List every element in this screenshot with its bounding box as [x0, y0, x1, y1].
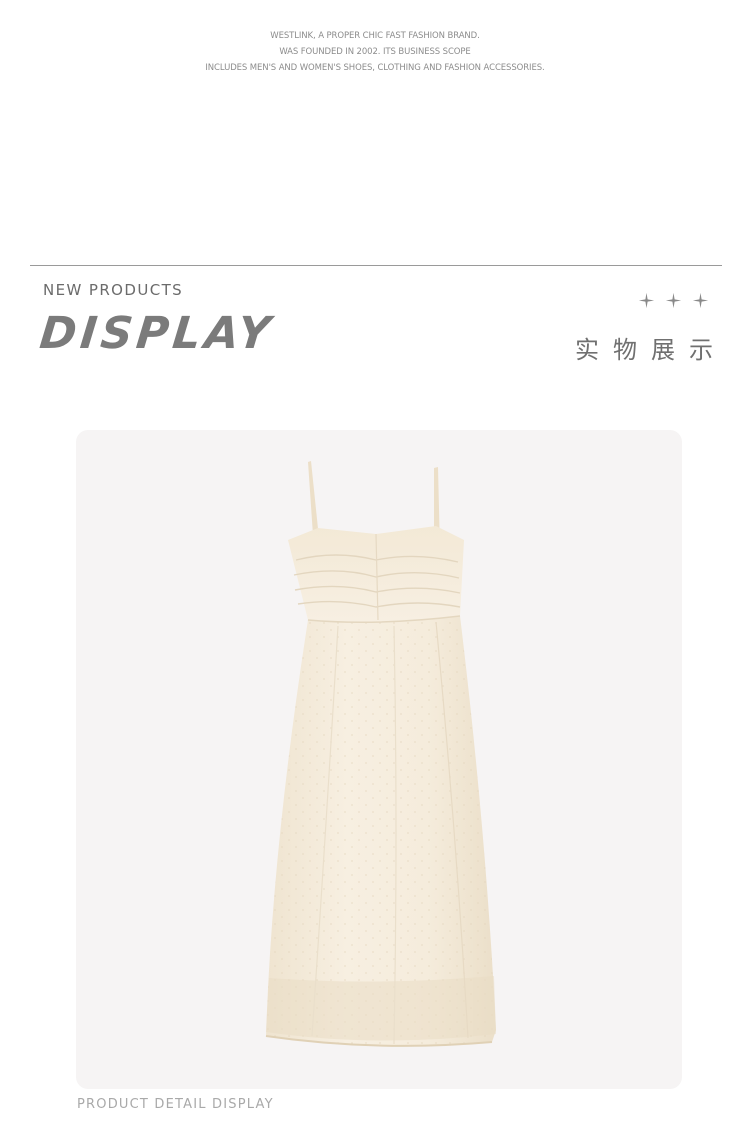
brand-intro-line: INCLUDES MEN'S AND WOMEN'S SHOES, CLOTHI…	[205, 63, 545, 73]
product-caption: PRODUCT DETAIL DISPLAY	[77, 1097, 274, 1112]
section-title-cn: 实物展示	[575, 336, 727, 364]
section-title: DISPLAY	[37, 308, 277, 359]
sparkle-icon	[665, 292, 682, 309]
section-divider	[30, 265, 722, 266]
brand-intro: WESTLINK, A PROPER CHIC FAST FASHION BRA…	[0, 28, 750, 76]
section-kicker: NEW PRODUCTS	[43, 281, 184, 299]
brand-intro-line: WAS FOUNDED IN 2002. ITS BUSINESS SCOPE	[279, 47, 471, 57]
brand-intro-line: WESTLINK, A PROPER CHIC FAST FASHION BRA…	[270, 31, 480, 41]
sparkle-icon	[692, 292, 709, 309]
product-image	[76, 430, 682, 1089]
sparkle-decoration	[638, 292, 709, 309]
dress-illustration	[265, 461, 496, 1047]
sparkle-icon	[638, 292, 655, 309]
